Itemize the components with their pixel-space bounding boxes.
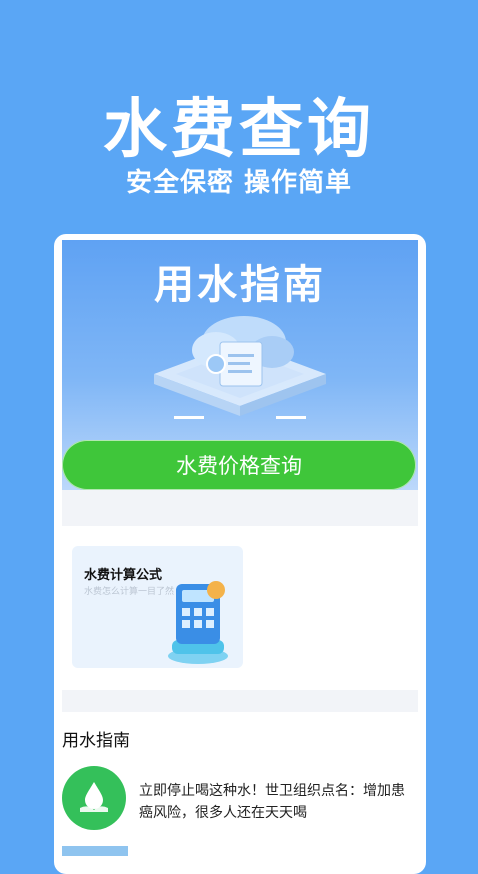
phone-screen: 用水指南 水费价格查询 水费计算公式 水费怎么计算一目了然 用水指南 立即停止喝… [54, 234, 426, 874]
divider [62, 690, 418, 712]
news-thumbnail[interactable] [62, 846, 128, 856]
news-item-text[interactable]: 立即停止喝这种水！世卫组织点名：增加患癌风险，很多人还在天天喝 [139, 780, 409, 824]
water-drop-icon [80, 782, 108, 812]
section-title: 用水指南 [62, 731, 130, 751]
hero-title: 水费查询 [103, 93, 375, 167]
hero-subtitle: 安全保密 操作简单 [125, 168, 353, 198]
divider [62, 490, 418, 526]
water-drop-hand-icon[interactable] [62, 766, 126, 830]
water-price-query-button[interactable]: 水费价格查询 [62, 440, 416, 490]
calc-formula-card[interactable]: 水费计算公式 水费怎么计算一目了然 [72, 546, 243, 668]
calculator-icon [168, 581, 228, 664]
cloud-server-illustration [154, 316, 326, 419]
card-title: 水费计算公式 [84, 568, 163, 583]
